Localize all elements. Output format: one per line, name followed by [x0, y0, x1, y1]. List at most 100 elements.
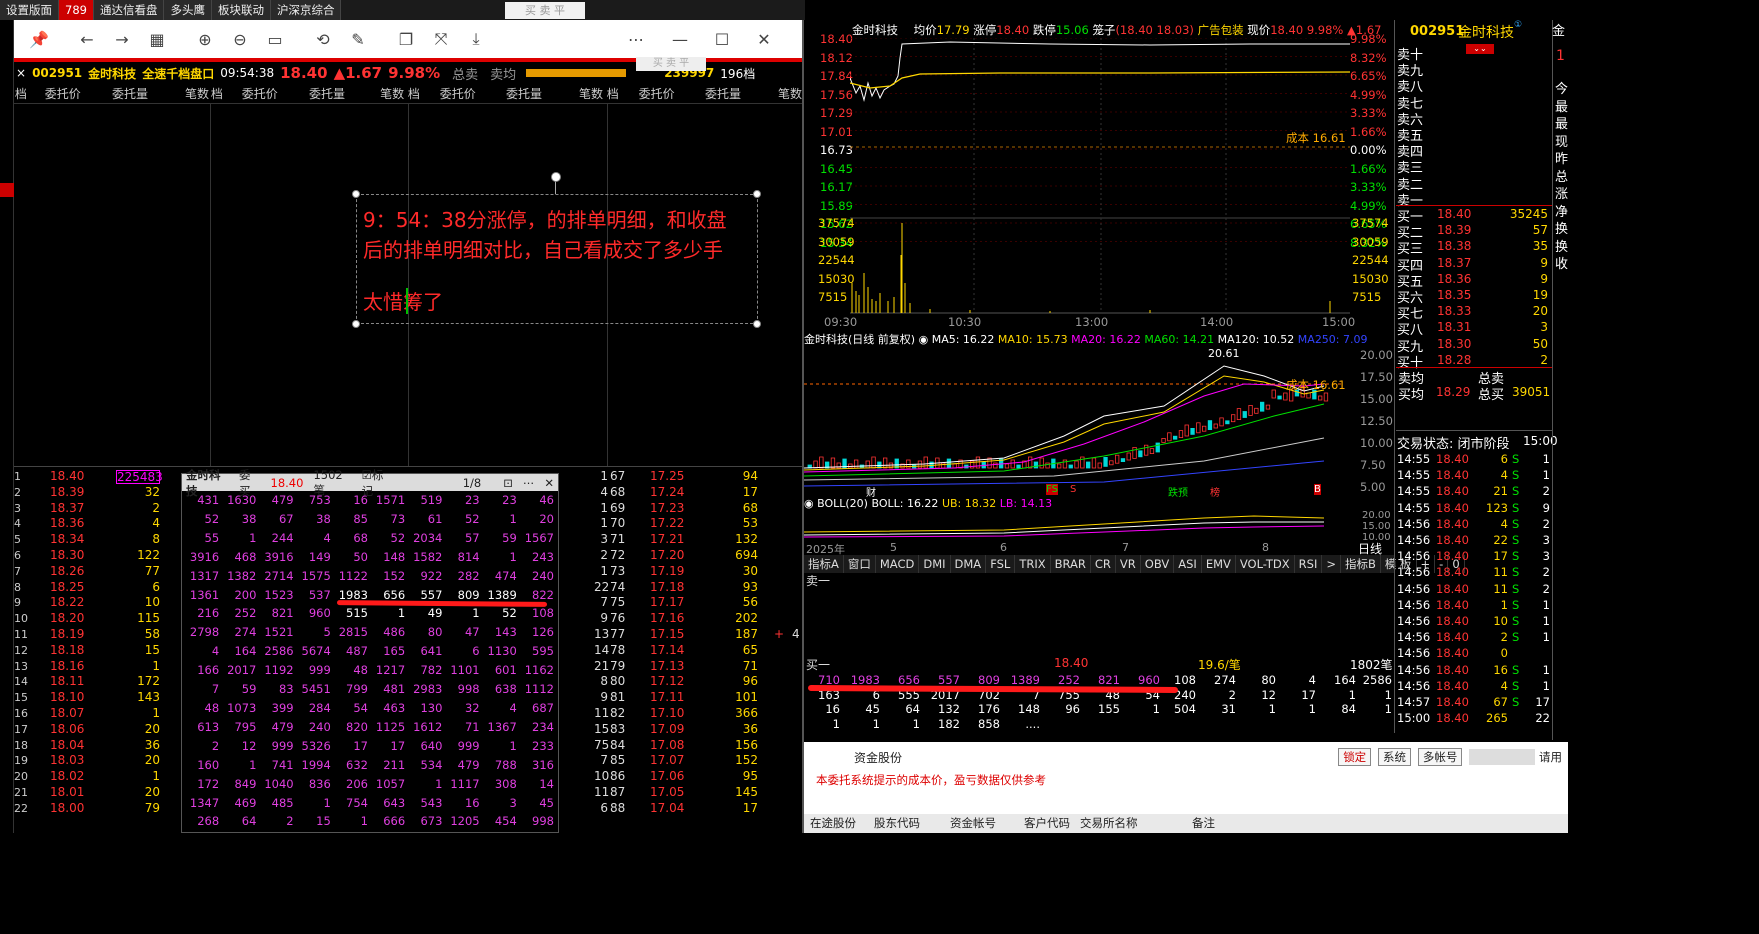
queue-cell: 12 — [1261, 687, 1276, 702]
account-input[interactable] — [1469, 749, 1536, 766]
queue-cell: 469 — [234, 795, 257, 810]
tick-side: S — [1512, 581, 1520, 596]
order-count: 14 — [594, 642, 610, 657]
indicator-tab[interactable]: EMV — [1202, 555, 1236, 573]
indicator-tab[interactable]: TRIX — [1015, 555, 1051, 573]
more-icon[interactable]: ⋯ — [621, 24, 651, 54]
position-col-header[interactable]: 备注 — [1186, 814, 1296, 833]
boll-settings-icon[interactable]: ◉ — [804, 497, 814, 510]
indicator-tab[interactable]: RSI — [1295, 555, 1323, 573]
buy-level-price: 18.40 — [1437, 207, 1472, 221]
text-cursor — [406, 288, 408, 314]
right-edge-label: 换 — [1555, 222, 1568, 237]
annotation-handle-tr[interactable] — [753, 190, 761, 198]
edit-icon[interactable]: ✎ — [343, 24, 373, 54]
kline-title: 金时科技(日线 前复权) — [804, 333, 916, 346]
close-x-icon[interactable]: × — [16, 66, 26, 80]
multi-account-button[interactable]: 多帐号 — [1417, 747, 1463, 766]
popup-pin-icon[interactable]: ⊡ — [503, 476, 513, 490]
quotebox-info-icon[interactable]: ① — [1514, 20, 1522, 30]
position-col-header[interactable]: 在途股份 — [804, 814, 868, 833]
quotebox-code: 002951 — [1410, 24, 1465, 39]
queue-cell: 1130 — [487, 644, 517, 659]
quotebox-dropdown-icon[interactable]: ⌄⌄ — [1466, 44, 1494, 54]
indicator-tab[interactable]: DMA — [951, 555, 987, 573]
maximize-icon[interactable]: ☐ — [707, 24, 737, 54]
kline-candle — [1207, 420, 1213, 430]
position-col-header[interactable]: 客户代码 — [1018, 814, 1074, 833]
queue-cell: 149 — [308, 549, 331, 564]
indicator-tab[interactable]: DMI — [919, 555, 951, 573]
tick-price: 18.40 — [1436, 614, 1469, 628]
annotation-handle-br[interactable] — [753, 320, 761, 328]
tab-bull-eagle[interactable]: 多头鹰 — [164, 0, 212, 20]
popup-more-icon[interactable]: ⋯ — [523, 476, 535, 490]
kline-candle — [1155, 442, 1160, 453]
annotation-box[interactable]: 9：54：38分涨停，的排单明细，和收盘 后的排单明细对比，自己看成交了多少手 … — [356, 194, 758, 324]
kline-chart — [804, 365, 1344, 487]
queue-cell: 632 — [346, 757, 368, 772]
zoom-out-icon[interactable]: ⊖ — [225, 24, 255, 54]
position-col-header[interactable]: 股东代码 — [868, 814, 944, 833]
queue-cell: 1571 — [375, 493, 406, 507]
pin-icon[interactable]: 📌 — [24, 24, 54, 54]
indicator-tab[interactable]: VR — [1116, 555, 1141, 573]
zoom-in-icon[interactable]: ⊕ — [190, 24, 220, 54]
indicator-tab[interactable]: 指标B — [1341, 555, 1381, 573]
annotation-rotate-handle[interactable] — [551, 172, 561, 182]
indicator-tab[interactable]: > — [1322, 555, 1341, 573]
kline-candle — [1114, 454, 1120, 464]
queue-cell: 252 — [1058, 673, 1080, 687]
indicator-tab[interactable]: VOL-TDX — [1236, 555, 1295, 573]
indicator-tab[interactable]: 指标A — [804, 555, 844, 573]
system-button[interactable]: 系统 — [1378, 747, 1412, 766]
forward-arrow-icon[interactable]: → — [107, 24, 137, 54]
level-number: 13 — [14, 659, 28, 673]
back-arrow-icon[interactable]: ← — [72, 24, 102, 54]
col-price: 委托价 — [638, 87, 675, 101]
indicator-tab[interactable]: ASI — [1174, 555, 1202, 573]
annotation-handle-tl[interactable] — [352, 190, 360, 198]
kline-settings-icon[interactable]: ◉ — [919, 333, 929, 346]
popup-close-icon[interactable]: ✕ — [544, 476, 554, 490]
tick-time: 14:56 — [1397, 678, 1431, 693]
bid-price: 18.34 — [50, 532, 85, 547]
indicator-tab[interactable]: BRAR — [1051, 555, 1091, 573]
kline-candle — [1056, 463, 1062, 469]
grid-icon[interactable]: ▦ — [142, 24, 172, 54]
tab-tdx-board[interactable]: 通达信看盘 — [93, 0, 165, 20]
queue-cell: 1389 — [1010, 673, 1040, 687]
annotation-handle-bl[interactable] — [352, 320, 360, 328]
copy-icon[interactable]: ❐ — [391, 24, 421, 54]
tick-price: 18.40 — [1436, 630, 1469, 645]
fund-shares-tab[interactable]: 资金股份 — [854, 749, 902, 766]
indicator-tab[interactable]: FSL — [986, 555, 1016, 573]
queue-cell: 85 — [353, 511, 368, 526]
close-icon[interactable]: ✕ — [749, 24, 779, 54]
indicator-tab[interactable]: MACD — [876, 555, 920, 573]
tick-side: S — [1512, 516, 1520, 531]
minimize-icon[interactable]: — — [665, 24, 695, 54]
queue-cell: 922 — [420, 568, 443, 583]
position-col-header[interactable]: 资金帐号 — [944, 814, 1018, 833]
lock-button[interactable]: 锁定 — [1338, 747, 1372, 766]
tab-sh-sz-bj[interactable]: 沪深京综合 — [270, 0, 342, 20]
order-count: 1 — [600, 469, 608, 483]
tab-sector-link[interactable]: 板块联动 — [211, 0, 271, 20]
tab-layout-settings[interactable]: 设置版面 — [0, 0, 59, 20]
queue-cell: 52 — [390, 530, 406, 545]
position-col-header[interactable]: 交易所名称 — [1074, 814, 1186, 833]
indicator-tab[interactable]: 窗口 — [844, 555, 876, 573]
queue-cell: 64 — [241, 814, 257, 829]
rotate-icon[interactable]: ⟲ — [308, 24, 338, 54]
save-icon[interactable]: ⤓ — [461, 24, 491, 54]
tab-789[interactable]: 789 — [59, 0, 94, 20]
order-queue-popup[interactable]: 金时科技 委买 18.40 1502笔 ☑标记 1/8 ⊡ ⋯ ✕ 431 163… — [181, 468, 559, 833]
indicator-tab[interactable]: OBV — [1141, 555, 1175, 573]
right-edge-name: 金 — [1552, 24, 1566, 39]
indicator-tab[interactable]: CR — [1091, 555, 1116, 573]
queue-cell: 200 — [234, 587, 257, 602]
order-count: 2 — [600, 548, 608, 562]
fit-icon[interactable]: ▭ — [260, 24, 290, 54]
crop-icon[interactable]: ⤧ — [426, 24, 456, 54]
